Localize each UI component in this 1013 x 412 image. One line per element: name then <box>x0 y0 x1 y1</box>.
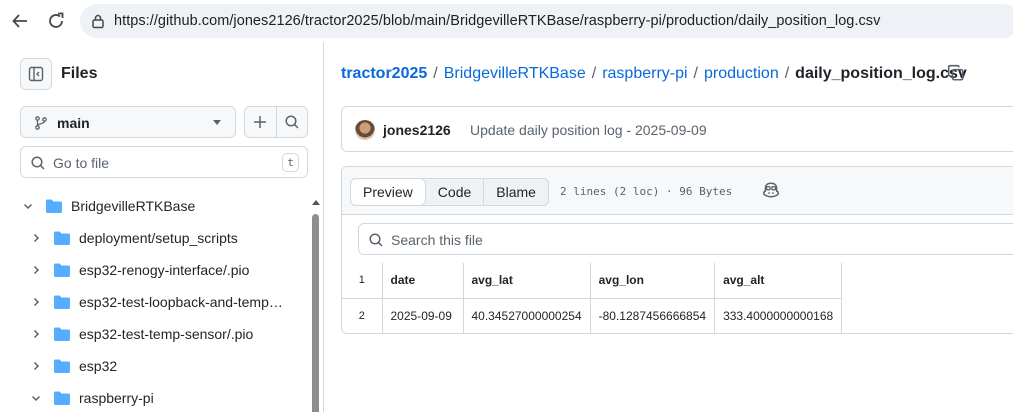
tree-item-bridgevillertkbase[interactable]: BridgevilleRTKBase <box>20 190 320 222</box>
scrollbar-thumb[interactable] <box>312 214 319 412</box>
search-files-button[interactable] <box>275 107 307 137</box>
add-file-button[interactable] <box>245 107 276 137</box>
sidebar-collapse-icon <box>28 66 44 82</box>
tree-item-esp32-test-loopback[interactable]: esp32-test-loopback-and-temp… <box>28 286 323 318</box>
latest-commit-bar: jones2126 Update daily position log - 20… <box>341 106 1013 152</box>
tree-item-label: BridgevilleRTKBase <box>71 198 196 214</box>
folder-icon <box>54 263 70 277</box>
csv-table: 1 date avg_lat avg_lon avg_alt 2 2025-09… <box>342 263 843 333</box>
breadcrumb-current-file: daily_position_log.csv <box>795 65 967 82</box>
reload-icon[interactable] <box>42 7 70 35</box>
tree-item-raspberry-pi[interactable]: raspberry-pi <box>28 382 323 412</box>
search-icon <box>30 155 46 176</box>
folder-icon <box>54 327 70 341</box>
table-cell: 2025-09-09 <box>381 297 464 333</box>
search-this-file-input[interactable]: Search this file <box>358 223 1013 255</box>
column-header-avg-lon: avg_lon <box>589 263 716 299</box>
collapse-sidebar-button[interactable] <box>20 58 52 90</box>
tree-item-deployment-setup-scripts[interactable]: deployment/setup_scripts <box>28 222 323 254</box>
tree-item-label: esp32-renogy-interface/.pio <box>79 262 250 278</box>
branch-name: main <box>57 115 90 131</box>
go-to-file-input[interactable]: Go to file t <box>20 146 308 178</box>
breadcrumb-link-bridgevillertkbase[interactable]: BridgevilleRTKBase <box>444 65 586 82</box>
chevron-down-icon <box>213 120 221 125</box>
sidebar-title: Files <box>61 65 98 82</box>
table-cell: 40.34527000000254 <box>462 297 591 333</box>
breadcrumb-link-raspberry-pi[interactable]: raspberry-pi <box>602 65 687 82</box>
breadcrumb: tractor2025 / BridgevilleRTKBase / raspberry… <box>341 65 967 83</box>
scroll-up-arrow-icon[interactable] <box>312 200 320 205</box>
file-header: Preview Code Blame 2 lines (2 loc) · 96 … <box>342 167 1013 215</box>
url-text[interactable]: https://github.com/jones2126/tractor2025… <box>114 13 880 29</box>
folder-icon <box>54 295 70 309</box>
tree-item-label: deployment/setup_scripts <box>79 230 238 246</box>
commit-message[interactable]: Update daily position log - 2025-09-09 <box>470 122 707 138</box>
tab-blame[interactable]: Blame <box>483 179 548 205</box>
column-header-date: date <box>381 263 464 299</box>
column-header-avg-lat: avg_lat <box>462 263 591 299</box>
breadcrumb-link-production[interactable]: production <box>704 65 779 82</box>
copilot-button[interactable] <box>762 181 782 201</box>
avatar[interactable] <box>355 120 375 140</box>
commit-author-link[interactable]: jones2126 <box>383 122 451 138</box>
branch-selector[interactable]: main <box>20 106 236 138</box>
line-number[interactable]: 1 <box>342 263 383 299</box>
column-header-avg-alt: avg_alt <box>714 263 843 299</box>
address-bar[interactable]: https://github.com/jones2126/tractor2025… <box>80 4 1013 38</box>
chevron-right-icon[interactable] <box>28 262 44 278</box>
breadcrumb-separator: / <box>433 65 438 82</box>
chevron-right-icon[interactable] <box>28 358 44 374</box>
tree-item-esp32-renogy-interface[interactable]: esp32-renogy-interface/.pio <box>28 254 323 286</box>
copilot-icon <box>762 182 780 198</box>
tree-item-label: esp32-test-temp-sensor/.pio <box>79 326 254 342</box>
back-icon[interactable] <box>6 7 34 35</box>
folder-icon <box>54 231 70 245</box>
git-branch-icon <box>33 115 49 136</box>
tree-item-esp32-test-temp-sensor[interactable]: esp32-test-temp-sensor/.pio <box>28 318 323 350</box>
table-row: 1 date avg_lat avg_lon avg_alt <box>342 263 843 299</box>
chevron-right-icon[interactable] <box>28 230 44 246</box>
breadcrumb-separator: / <box>591 65 597 82</box>
site-info-icon[interactable] <box>90 13 106 34</box>
tab-code[interactable]: Code <box>426 179 483 205</box>
folder-open-icon <box>54 391 70 405</box>
tab-preview[interactable]: Preview <box>350 178 426 206</box>
chevron-down-icon[interactable] <box>28 390 44 406</box>
tree-item-label: esp32 <box>79 358 118 374</box>
breadcrumb-separator: / <box>693 65 698 82</box>
copy-path-button[interactable] <box>947 64 967 84</box>
sidebar-scrollbar[interactable] <box>310 194 320 412</box>
search-this-file-placeholder: Search this file <box>391 232 483 248</box>
go-to-file-placeholder: Go to file <box>53 155 110 171</box>
sidebar-actions <box>244 106 308 138</box>
tree-item-esp32[interactable]: esp32 <box>28 350 323 382</box>
folder-icon <box>54 359 70 373</box>
file-tree-sidebar: Files main Go to file t BridgevilleRTKBa… <box>0 42 324 412</box>
chevron-down-icon[interactable] <box>20 198 36 214</box>
browser-toolbar: https://github.com/jones2126/tractor2025… <box>0 0 1013 42</box>
plus-icon <box>254 116 267 128</box>
file-content-box: Preview Code Blame 2 lines (2 loc) · 96 … <box>341 166 1013 334</box>
folder-icon <box>46 199 62 213</box>
table-row: 2 2025-09-09 40.34527000000254 -80.12874… <box>342 297 843 333</box>
search-icon <box>285 115 299 129</box>
breadcrumb-separator: / <box>784 65 790 82</box>
breadcrumb-repo-link[interactable]: tractor2025 <box>341 65 427 82</box>
search-icon <box>368 232 384 253</box>
line-number[interactable]: 2 <box>342 298 383 333</box>
view-mode-tabs: Preview Code Blame <box>350 178 549 206</box>
chevron-right-icon[interactable] <box>28 294 44 310</box>
copy-icon <box>947 64 964 81</box>
table-cell: -80.1287456666854 <box>589 297 716 333</box>
chevron-right-icon[interactable] <box>28 326 44 342</box>
keyboard-shortcut-hint: t <box>282 153 299 172</box>
file-size-info: 2 lines (2 loc) · 96 Bytes <box>560 185 733 198</box>
tree-item-label: raspberry-pi <box>79 390 154 406</box>
tree-item-label: esp32-test-loopback-and-temp… <box>79 294 283 310</box>
table-cell: 333.4000000000168 <box>714 297 843 333</box>
file-view-main: tractor2025 / BridgevilleRTKBase / raspberry… <box>325 42 1013 412</box>
